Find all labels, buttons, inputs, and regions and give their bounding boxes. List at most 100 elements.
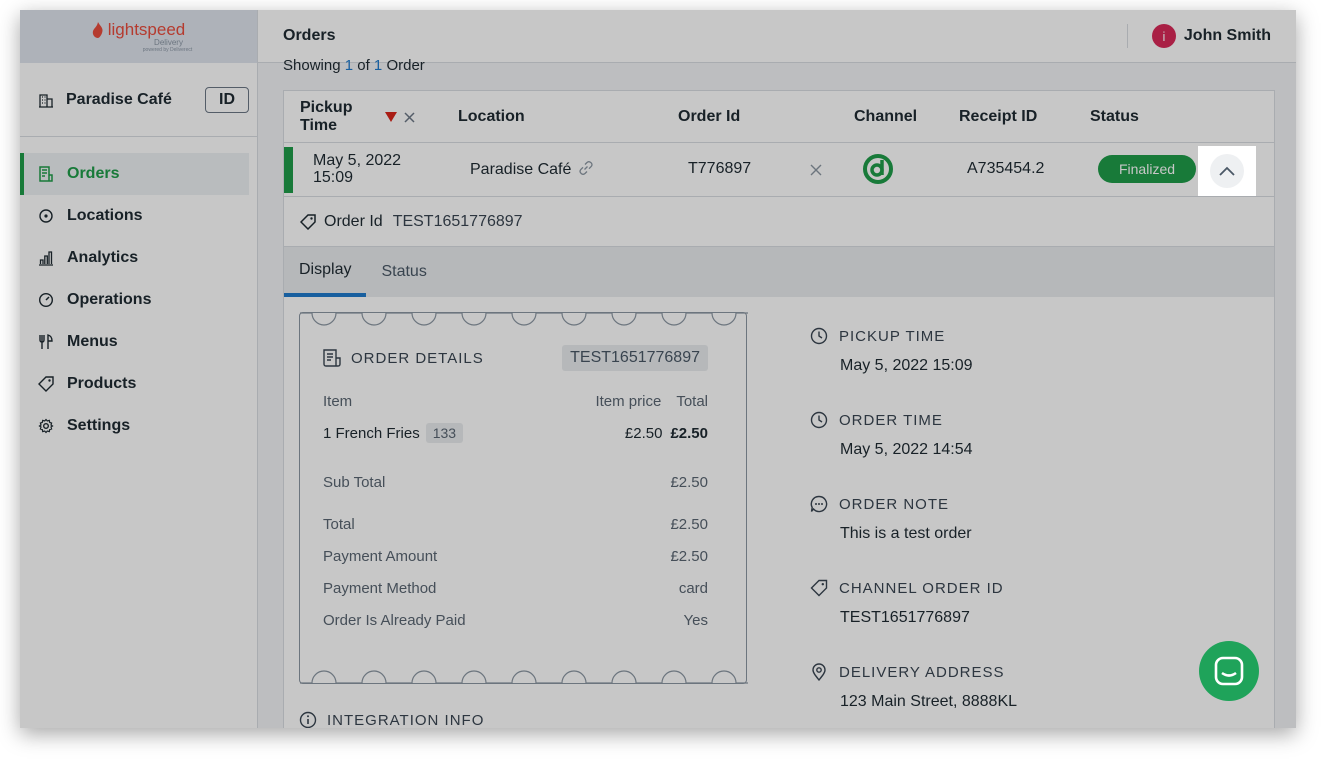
sidebar-item-settings[interactable]: Settings <box>20 405 257 447</box>
info-label: ORDER TIME <box>839 411 943 429</box>
payment-method-label: Payment Method <box>323 580 437 597</box>
info-order-time: ORDER TIME May 5, 2022 14:54 <box>810 411 973 459</box>
store-name: Paradise Café <box>66 90 172 108</box>
header-pickup-time[interactable]: Pickup Time <box>300 99 360 135</box>
info-delivery-address: DELIVERY ADDRESS 123 Main Street, 8888KL <box>810 663 1017 711</box>
results-count: Showing 1 of 1 Order <box>283 57 1296 77</box>
info-order-note: ORDER NOTE This is a test order <box>810 495 972 543</box>
clear-sort-icon[interactable] <box>404 112 415 123</box>
item-price: £2.50 <box>624 424 663 442</box>
brand-sub: Delivery <box>154 38 183 47</box>
row-status-marker <box>284 147 293 193</box>
table-row[interactable]: May 5, 2022 15:09 Paradise Café T776897 … <box>283 143 1275 197</box>
tab-display[interactable]: Display <box>284 247 367 297</box>
orders-icon <box>39 166 53 182</box>
header-divider <box>1126 24 1128 48</box>
cell-location-text: Paradise Café <box>470 161 572 178</box>
showing-suffix: Order <box>386 57 425 74</box>
receipt-icon <box>323 349 341 367</box>
showing-of: of <box>357 57 370 74</box>
total-value: £2.50 <box>670 516 708 533</box>
payment-amount-label: Payment Amount <box>323 548 438 565</box>
sidebar-item-menus[interactable]: Menus <box>20 321 257 363</box>
info-value: TEST1651776897 <box>840 609 970 626</box>
operations-icon <box>38 292 54 308</box>
info-value: This is a test order <box>840 525 972 542</box>
sidebar-item-products[interactable]: Products <box>20 363 257 405</box>
header-receipt-id[interactable]: Receipt ID <box>959 108 1037 126</box>
info-channel-order-id: CHANNEL ORDER ID TEST1651776897 <box>810 579 1004 627</box>
cell-pickup-time: May 5, 2022 15:09 <box>313 152 402 186</box>
chat-launcher-button[interactable] <box>1199 641 1259 701</box>
tag-icon <box>300 213 316 230</box>
col-price: Item price <box>595 393 662 410</box>
sidebar-item-locations[interactable]: Locations <box>20 195 257 237</box>
brand-sub2: powered by Deliverect <box>142 47 193 53</box>
item-name: 1 French Fries <box>323 424 420 442</box>
receipt-title: ORDER DETAILS <box>351 349 484 367</box>
payment-method-value: card <box>678 580 708 597</box>
sidebar-nav: Orders Locations Analytics Operations Me… <box>20 137 257 447</box>
sidebar: lightspeed Delivery powered by Deliverec… <box>20 10 258 728</box>
order-id-label: Order Id <box>324 212 383 230</box>
info-value: 123 Main Street, 8888KL <box>840 693 1018 710</box>
info-value: May 5, 2022 14:54 <box>840 441 973 458</box>
cell-receipt-id: A735454.2 <box>967 160 1045 177</box>
pin-icon <box>812 663 826 681</box>
info-value: May 5, 2022 15:09 <box>840 357 973 374</box>
info-icon <box>299 711 317 728</box>
header-channel[interactable]: Channel <box>854 108 917 126</box>
integration-info-label: INTEGRATION INFO <box>327 711 485 729</box>
menus-icon <box>39 334 53 349</box>
deliverect-channel-icon <box>863 154 893 184</box>
total-row: Total £2.50 <box>323 516 708 533</box>
info-label: ORDER NOTE <box>839 495 950 513</box>
sidebar-item-label: Analytics <box>67 249 139 266</box>
subtotal-value: £2.50 <box>670 474 708 491</box>
brand-name: lightspeed <box>107 20 186 39</box>
cell-order-id: T776897 <box>688 160 752 177</box>
clock-icon <box>810 411 828 429</box>
receipt-bottom-edge <box>300 670 748 684</box>
paid-row: Order Is Already Paid Yes <box>323 612 708 629</box>
receipt-header: ORDER DETAILS TEST1651776897 <box>323 345 708 371</box>
collapse-row-button[interactable] <box>1198 146 1256 196</box>
link-icon[interactable] <box>578 160 594 176</box>
building-icon <box>39 93 53 108</box>
avatar[interactable]: i <box>1151 24 1176 48</box>
sidebar-item-orders[interactable]: Orders <box>20 153 249 195</box>
location-icon <box>39 209 53 223</box>
detail-tabs: Display Status <box>284 247 1274 297</box>
header-location[interactable]: Location <box>458 108 525 126</box>
sidebar-item-analytics[interactable]: Analytics <box>20 237 257 279</box>
header-status[interactable]: Status <box>1090 108 1139 126</box>
showing-label: Showing <box>283 57 341 74</box>
page-title: Orders <box>283 27 336 44</box>
user-name[interactable]: John Smith <box>1184 27 1271 45</box>
flame-icon <box>92 22 103 38</box>
chat-icon <box>1214 656 1244 686</box>
id-button[interactable]: ID <box>205 86 249 113</box>
chat-bubble-icon <box>810 495 828 513</box>
payment-amount-value: £2.50 <box>670 548 708 565</box>
store-selector[interactable]: Paradise Café ID <box>20 63 257 137</box>
order-detail-panel: Order Id TEST1651776897 Display Status O… <box>283 197 1275 728</box>
info-pickup-time: PICKUP TIME May 5, 2022 15:09 <box>810 327 973 375</box>
top-header: Orders i John Smith <box>258 10 1296 63</box>
receipt-item-row: 1 French Fries 133 £2.50 £2.50 <box>323 423 708 443</box>
sidebar-item-operations[interactable]: Operations <box>20 279 257 321</box>
gear-icon <box>38 418 54 434</box>
sort-desc-icon[interactable] <box>385 112 397 122</box>
logo: lightspeed Delivery powered by Deliverec… <box>20 10 257 63</box>
total-label: Total <box>323 516 355 533</box>
header-order-id[interactable]: Order Id <box>678 108 740 126</box>
integration-info-heading[interactable]: INTEGRATION INFO <box>299 711 484 728</box>
payment-method-row: Payment Method card <box>323 580 708 597</box>
orders-table: Pickup Time Location Order Id Channel Re… <box>283 90 1275 197</box>
order-id-value: TEST1651776897 <box>392 212 523 230</box>
paid-value: Yes <box>683 612 708 629</box>
status-badge: Finalized <box>1098 155 1196 183</box>
close-icon[interactable] <box>810 164 822 176</box>
tab-status[interactable]: Status <box>366 247 441 297</box>
col-total: Total <box>676 393 708 410</box>
